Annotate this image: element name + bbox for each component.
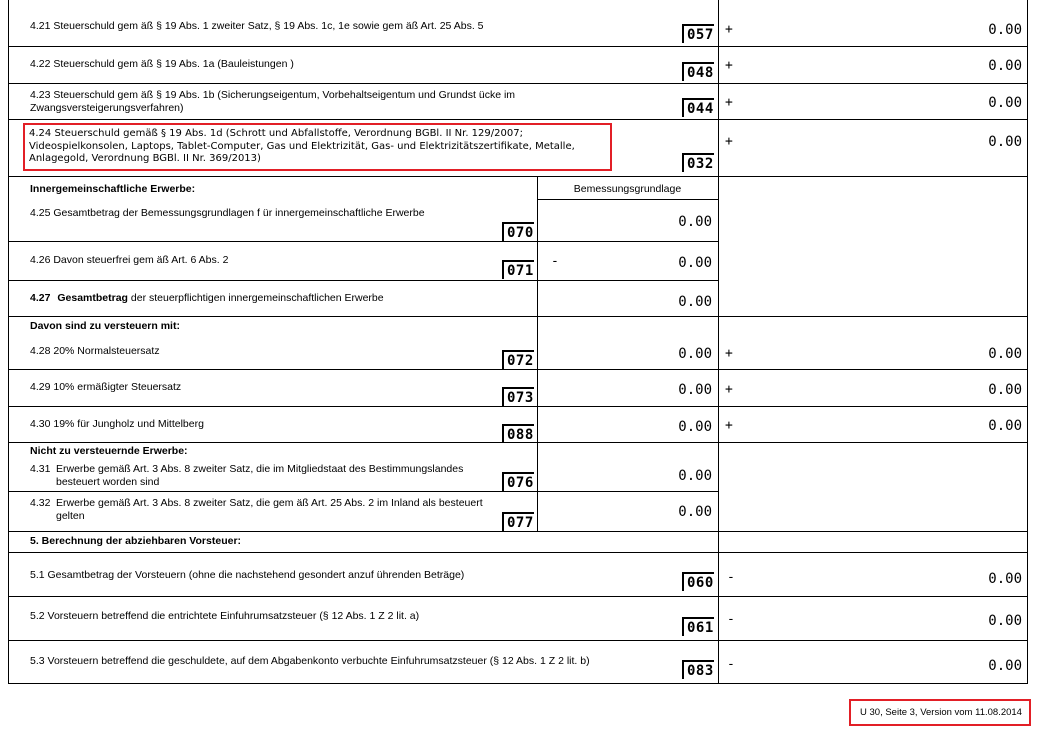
row-separator xyxy=(8,531,1028,532)
row-4-22-sign: + xyxy=(725,58,733,73)
frame-left-line xyxy=(8,0,9,684)
row-4-28-code: 072 xyxy=(502,350,534,369)
row-5-2-value[interactable]: 0.00 xyxy=(920,613,1022,629)
row-separator xyxy=(8,83,1028,84)
row-4-26-value[interactable]: 0.00 xyxy=(600,255,712,271)
row-4-31-value[interactable]: 0.00 xyxy=(600,468,712,484)
row-4-30-sign: + xyxy=(725,418,733,433)
frame-right-line xyxy=(1027,0,1028,684)
row-4-30-value[interactable]: 0.00 xyxy=(600,419,712,435)
page-footer-version: U 30, Seite 3, Version vom 11.08.2014 xyxy=(860,707,1022,718)
row-separator xyxy=(537,199,718,200)
row-4-24-label: 4.24 Steuerschuld gemäß § 19 Abs. 1d (Sc… xyxy=(29,128,575,164)
row-5-1-value[interactable]: 0.00 xyxy=(920,571,1022,587)
row-4-27-value[interactable]: 0.00 xyxy=(600,294,712,310)
row-4-24-value[interactable]: 0.00 xyxy=(920,134,1022,150)
row-4-29-tax[interactable]: 0.00 xyxy=(920,382,1022,398)
row-4-28-value[interactable]: 0.00 xyxy=(600,346,712,362)
row-5-2-label: 5.2 Vorsteuern betreffend die entrichtet… xyxy=(30,610,420,622)
row-4-25-label: 4.25 Gesamtbetrag der Bemessungsgrundlag… xyxy=(30,207,425,219)
row-4-32-number: 4.32 xyxy=(30,497,51,509)
row-4-26-label: 4.26 Davon steuerfrei gem äß Art. 6 Abs.… xyxy=(30,254,229,266)
row-separator xyxy=(8,280,718,281)
row-4-31-label: Erwerbe gemäß Art. 3 Abs. 8 zweiter Satz… xyxy=(56,463,464,488)
row-4-29-value[interactable]: 0.00 xyxy=(600,382,712,398)
row-4-21-sign: + xyxy=(725,22,733,37)
row-4-31-number: 4.31 xyxy=(30,463,51,475)
row-4-21-value[interactable]: 0.00 xyxy=(920,22,1022,38)
row-4-31-code: 076 xyxy=(502,472,534,491)
row-4-28-sign: + xyxy=(725,346,733,361)
untaxed-section-heading: Nicht zu versteuernde Erwerbe: xyxy=(30,445,188,457)
row-4-23-label: 4.23 Steuerschuld gem äß § 19 Abs. 1b (S… xyxy=(30,89,516,114)
row-separator xyxy=(8,119,1028,120)
row-4-24-sign: + xyxy=(725,134,733,149)
row-4-29-label: 4.29 10% ermäßigter Steuersatz xyxy=(30,381,182,393)
row-4-30-label: 4.30 19% für Jungholz und Mittelberg xyxy=(30,418,204,430)
row-5-3-value[interactable]: 0.00 xyxy=(920,658,1022,674)
row-separator xyxy=(8,640,1028,641)
taxed-section-heading: Davon sind zu versteuern mit: xyxy=(30,320,180,332)
row-4-29-sign: + xyxy=(725,382,733,397)
row-5-2-code: 061 xyxy=(682,617,714,636)
column-divider xyxy=(537,176,538,532)
row-4-30-code: 088 xyxy=(502,424,534,443)
row-4-27-label: 4.27 Gesamtbetrag der steuerpflichtigen … xyxy=(30,292,384,305)
row-4-26-code: 071 xyxy=(502,260,534,279)
row-5-1-sign: - xyxy=(727,570,735,585)
row-separator xyxy=(8,46,1028,47)
row-4-23-value[interactable]: 0.00 xyxy=(920,95,1022,111)
row-separator xyxy=(8,241,718,242)
row-separator xyxy=(8,491,718,492)
row-4-22-value[interactable]: 0.00 xyxy=(920,58,1022,74)
row-5-2-sign: - xyxy=(727,612,735,627)
row-4-28-tax[interactable]: 0.00 xyxy=(920,346,1022,362)
row-4-23-sign: + xyxy=(725,95,733,110)
vst-section-heading: 5. Berechnung der abziehbaren Vorsteuer: xyxy=(30,535,242,547)
row-4-22-label: 4.22 Steuerschuld gem äß § 19 Abs. 1a (B… xyxy=(30,58,294,70)
row-4-27-number: 4.27 xyxy=(30,292,51,304)
row-5-3-label: 5.3 Vorsteuern betreffend die geschuldet… xyxy=(30,655,590,667)
ig-section-heading: Innergemeinschaftliche Erwerbe: xyxy=(30,183,196,195)
row-4-25-code: 070 xyxy=(502,222,534,241)
row-4-23-code: 044 xyxy=(682,98,714,117)
row-separator xyxy=(8,596,1028,597)
row-separator xyxy=(8,176,1028,177)
row-5-3-sign: - xyxy=(727,657,735,672)
row-5-3-code: 083 xyxy=(682,660,714,679)
row-4-25-value[interactable]: 0.00 xyxy=(600,214,712,230)
row-separator xyxy=(8,369,1028,370)
row-5-1-label: 5.1 Gesamtbetrag der Vorsteuern (ohne di… xyxy=(30,569,465,581)
row-4-22-code: 048 xyxy=(682,62,714,81)
row-4-21-label: 4.21 Steuerschuld gem äß § 19 Abs. 1 zwe… xyxy=(30,20,484,32)
row-4-27-label-rest: der steuerpflichtigen innergemeinschaftl… xyxy=(127,292,384,304)
row-4-21-code: 057 xyxy=(682,24,714,43)
row-4-32-code: 077 xyxy=(502,512,534,531)
row-separator xyxy=(8,406,1028,407)
row-4-28-label: 4.28 20% Normalsteuersatz xyxy=(30,345,160,357)
row-separator xyxy=(8,316,1028,317)
row-4-30-tax[interactable]: 0.00 xyxy=(920,418,1022,434)
ig-column-header: Bemessungsgrundlage xyxy=(573,183,682,195)
row-separator xyxy=(8,552,1028,553)
row-4-32-label: Erwerbe gemäß Art. 3 Abs. 8 zweiter Satz… xyxy=(56,497,483,522)
frame-bottom-line xyxy=(8,683,1028,684)
row-4-29-code: 073 xyxy=(502,387,534,406)
row-5-1-code: 060 xyxy=(682,572,714,591)
row-4-24-code: 032 xyxy=(682,153,714,172)
column-divider xyxy=(718,0,719,684)
row-4-26-sign: - xyxy=(551,254,559,269)
row-4-32-value[interactable]: 0.00 xyxy=(600,504,712,520)
row-4-27-label-bold: Gesamtbetrag xyxy=(57,292,128,304)
